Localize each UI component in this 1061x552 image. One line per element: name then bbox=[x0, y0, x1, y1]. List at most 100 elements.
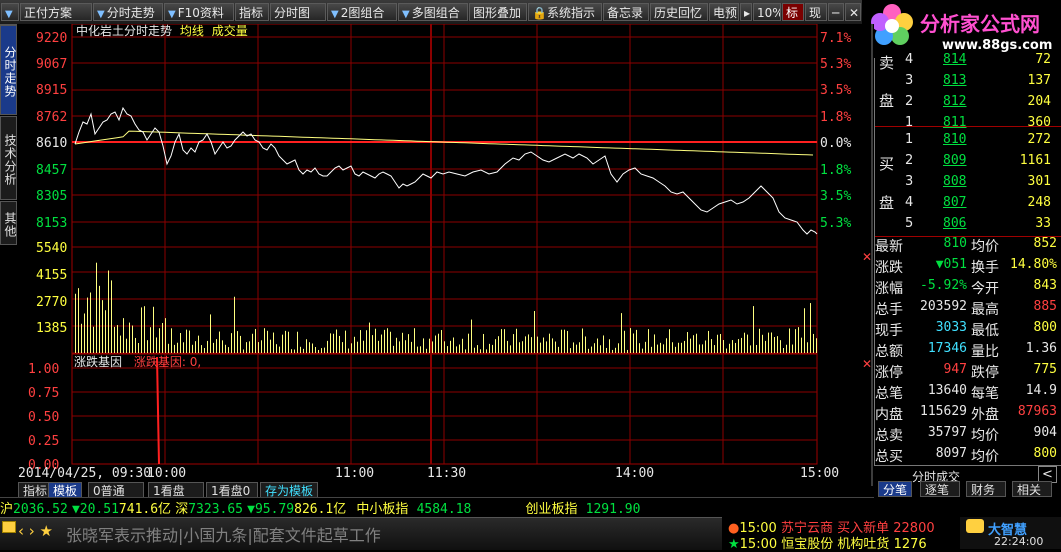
tab-technical[interactable]: 技术分析 bbox=[0, 116, 17, 200]
volume-bar bbox=[627, 349, 628, 353]
order-book: 卖 盘 买 盘 4 814 72 3 813 137 2 812 204 1 811 360 1 810… bbox=[874, 52, 1061, 238]
volume-bar bbox=[498, 336, 499, 353]
dropdown-arrow-icon: ▼ bbox=[97, 9, 105, 20]
volume-bar bbox=[708, 330, 709, 353]
volume-bar bbox=[435, 335, 436, 353]
volume-bar bbox=[666, 338, 667, 353]
volume-bar bbox=[351, 343, 352, 353]
buy-label: 盘 bbox=[879, 194, 895, 212]
volume-bar bbox=[414, 328, 415, 353]
volume-bar bbox=[468, 333, 469, 353]
volume-bar bbox=[411, 341, 412, 353]
toolbar-history-button[interactable]: 历史回忆 bbox=[650, 3, 708, 21]
stat-label: 最低 bbox=[971, 323, 999, 339]
volume-bar bbox=[558, 346, 559, 353]
sell-price[interactable]: 814 bbox=[943, 52, 966, 67]
toolbar-timeshare-button[interactable]: ▼ 分时走势 bbox=[93, 3, 163, 21]
price-label: 8457 bbox=[36, 163, 68, 178]
toolbar-system-indicator-button[interactable]: 🔒系统指示 bbox=[528, 3, 602, 21]
bottom-tab-template[interactable]: 模板 bbox=[48, 482, 83, 498]
volume-bar bbox=[453, 337, 454, 353]
volume-bar bbox=[267, 330, 268, 353]
toolbar-scheme-button[interactable]: 正付方案 bbox=[20, 3, 92, 21]
toolbar-zoom-button[interactable]: 10% bbox=[753, 3, 781, 21]
bottom-tab-indicator[interactable]: 指标 bbox=[18, 482, 53, 498]
pct-label: 5.3% bbox=[820, 216, 852, 231]
sell-price[interactable]: 811 bbox=[943, 115, 966, 130]
volume-bar bbox=[405, 340, 406, 353]
sell-price[interactable]: 812 bbox=[943, 94, 966, 109]
pct-label: 3.5% bbox=[820, 83, 852, 98]
volume-bar bbox=[315, 346, 316, 353]
volume-bar bbox=[582, 328, 583, 353]
toolbar-alert-button[interactable]: 电预 bbox=[709, 3, 739, 21]
volume-bar bbox=[300, 346, 301, 353]
toolbar-mark-button[interactable]: 标 bbox=[782, 3, 804, 21]
close-icon[interactable]: ✕ bbox=[845, 3, 861, 21]
volume-bar bbox=[597, 338, 598, 353]
volume-bar bbox=[408, 334, 409, 353]
volume-bar bbox=[795, 329, 796, 353]
volume-bar bbox=[750, 345, 751, 353]
buy-price[interactable]: 806 bbox=[943, 216, 966, 231]
toolbar-current-button[interactable]: 现 bbox=[805, 3, 827, 21]
tab-related[interactable]: 相关 bbox=[1012, 481, 1052, 497]
tab-finance[interactable]: 财务 bbox=[966, 481, 1006, 497]
volume-bar bbox=[588, 348, 589, 353]
tab-ticks[interactable]: 分笔 bbox=[878, 481, 912, 497]
sub-panel-title-row: 涨跌基因 涨跌基因: 0, bbox=[74, 353, 201, 370]
dropdown-arrow-icon: ▼ bbox=[402, 9, 410, 20]
mail-icon[interactable] bbox=[2, 521, 16, 533]
volume-bar bbox=[363, 340, 364, 353]
buy-price[interactable]: 807 bbox=[943, 195, 966, 210]
volume-bar bbox=[612, 349, 613, 353]
bottom-tab-watch0[interactable]: 1看盘0 bbox=[206, 482, 258, 498]
volume-bar bbox=[369, 322, 370, 353]
volume-bar bbox=[387, 328, 388, 353]
volume-bar bbox=[552, 338, 553, 353]
volume-bar bbox=[102, 300, 103, 353]
volume-bar bbox=[681, 342, 682, 353]
toolbar-2chart-button[interactable]: ▼ 2图组合 bbox=[327, 3, 397, 21]
volume-bar bbox=[618, 343, 619, 353]
bottom-tab-save-template[interactable]: 存为模板 bbox=[260, 482, 319, 498]
minimize-icon[interactable]: ─ bbox=[828, 3, 844, 21]
tab-tick-by-tick[interactable]: 逐笔 bbox=[920, 481, 960, 497]
menu-arrow-icon[interactable]: ▼ bbox=[1, 3, 19, 21]
buy-price[interactable]: 808 bbox=[943, 174, 966, 189]
volume-bar bbox=[672, 342, 673, 353]
ticker-text[interactable]: 张晓军表示推动|小国九条|配套文件起草工作 bbox=[66, 522, 381, 546]
stat-value: 17346 bbox=[927, 341, 967, 356]
toolbar-indicator-button[interactable]: 指标 bbox=[235, 3, 269, 21]
buy-volume: 248 bbox=[1027, 195, 1051, 210]
panel-close-icon[interactable]: ✕ bbox=[862, 250, 872, 264]
volume-bar bbox=[240, 335, 241, 353]
toolbar-overlay-button[interactable]: 图形叠加 bbox=[469, 3, 527, 21]
volume-bar bbox=[528, 334, 529, 353]
volume-bar bbox=[744, 332, 745, 353]
toolbar-multichart-button[interactable]: ▼ 多图组合 bbox=[398, 3, 468, 21]
sub-axis-label: 0.75 bbox=[28, 386, 60, 401]
stat-value: 885 bbox=[1033, 299, 1057, 314]
volume-bar bbox=[390, 331, 391, 353]
volume-bar bbox=[696, 333, 697, 353]
buy-price[interactable]: 809 bbox=[943, 153, 966, 168]
ticker-nav-icons[interactable]: ‹ › ★ bbox=[18, 522, 53, 540]
toolbar-chart-button[interactable]: 分时图 bbox=[270, 3, 326, 21]
toolbar-scroll-arrow-icon[interactable]: ▸ bbox=[740, 3, 752, 21]
intraday-chart[interactable] bbox=[17, 24, 874, 486]
news-item[interactable]: ★15:00 恒宝股份 机构吐货 1276 bbox=[728, 533, 927, 552]
bottom-tab-watch[interactable]: 1看盘 bbox=[148, 482, 204, 498]
bottom-tab-normal[interactable]: 0普通 bbox=[88, 482, 144, 498]
news-panel: ●15:00 苏宁云商 买入新单 22800 ★15:00 恒宝股份 机构吐货 … bbox=[722, 517, 960, 552]
panel-close-icon[interactable]: ✕ bbox=[862, 357, 872, 371]
toolbar-f10-button[interactable]: ▼ F10资料 bbox=[164, 3, 234, 21]
stat-label: 涨停 bbox=[875, 365, 903, 381]
logo-url: www.88gs.com bbox=[942, 38, 1053, 53]
tab-timeshare[interactable]: 分时走势 bbox=[0, 25, 17, 115]
toolbar-memo-button[interactable]: 备忘录 bbox=[603, 3, 649, 21]
volume-bar bbox=[474, 347, 475, 353]
sell-price[interactable]: 813 bbox=[943, 73, 966, 88]
tab-other[interactable]: 其他 bbox=[0, 201, 17, 245]
buy-price[interactable]: 810 bbox=[943, 132, 966, 147]
